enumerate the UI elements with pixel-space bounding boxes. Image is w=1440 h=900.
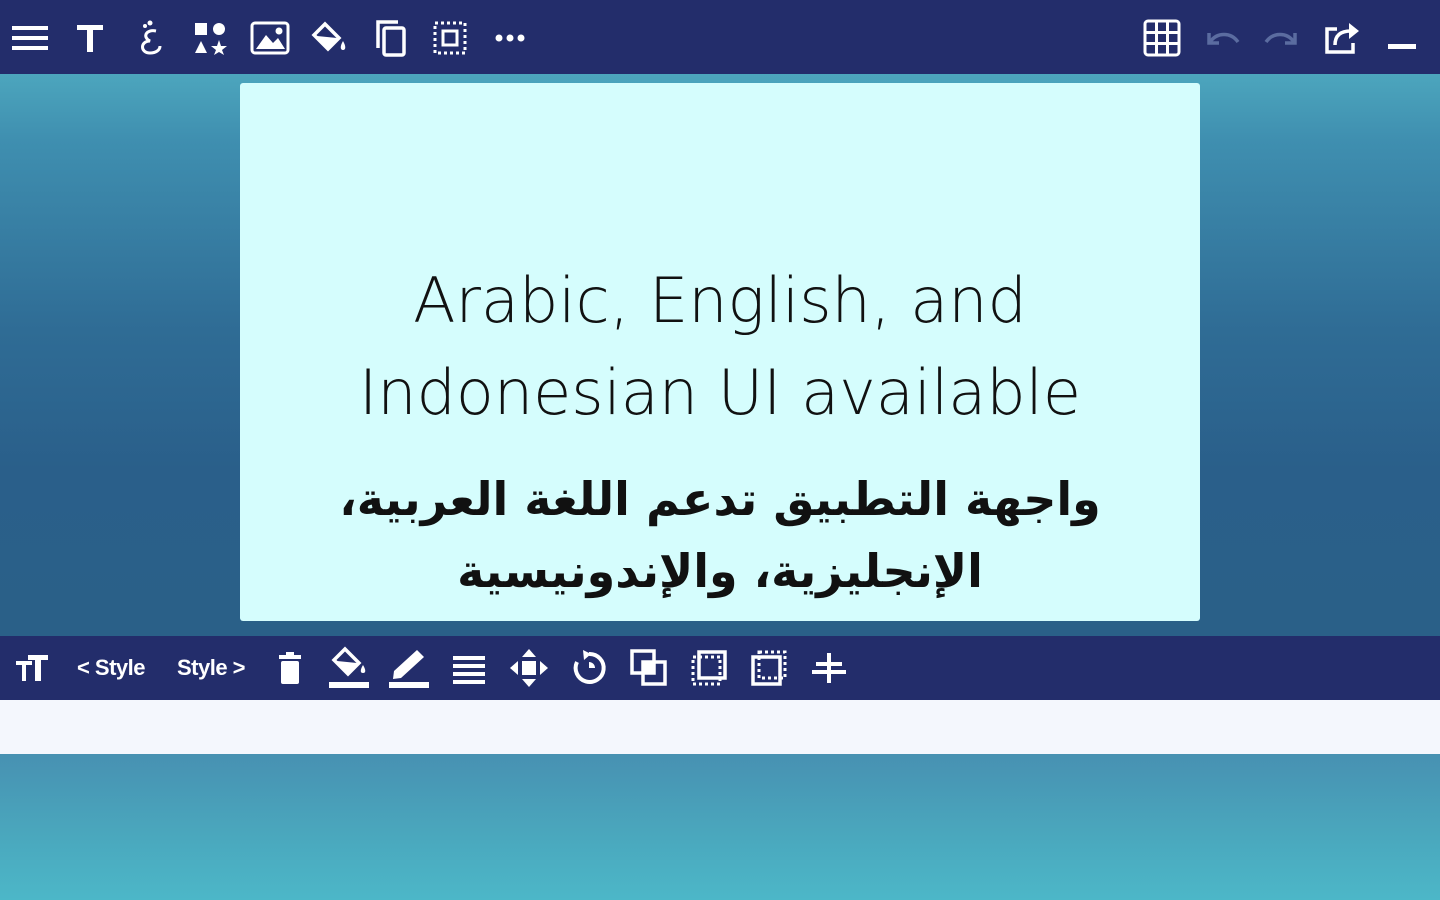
delete-icon[interactable]	[268, 644, 312, 692]
arabic-letter-icon[interactable]	[126, 12, 174, 64]
select-frame-icon[interactable]	[426, 12, 474, 64]
image-icon[interactable]	[246, 12, 294, 64]
slide-canvas[interactable]: Arabic, English, and Indonesian UI avail…	[240, 83, 1200, 621]
pen-color-icon[interactable]	[386, 644, 432, 692]
english-line: Indonesian UI available	[358, 356, 1082, 429]
undo-icon[interactable]	[1198, 12, 1246, 64]
fill-color-icon[interactable]	[326, 644, 372, 692]
more-icon[interactable]	[486, 12, 534, 64]
arabic-line: واجهة التطبيق تدعم اللغة العربية،	[339, 472, 1101, 526]
rotate-icon[interactable]	[566, 644, 612, 692]
redo-icon[interactable]	[1258, 12, 1306, 64]
text-input-strip[interactable]	[0, 700, 1440, 754]
arabic-text-block[interactable]: واجهة التطبيق تدعم اللغة العربية، الإنجل…	[240, 463, 1200, 607]
arabic-line: الإنجليزية، والإندونيسية	[457, 544, 983, 598]
prev-style-button[interactable]: < Style	[66, 644, 156, 692]
paint-bucket-icon[interactable]	[306, 12, 354, 64]
minimize-icon[interactable]	[1378, 12, 1426, 64]
english-text-block[interactable]: Arabic, English, and Indonesian UI avail…	[240, 255, 1200, 439]
grid-icon[interactable]	[1138, 12, 1186, 64]
text-size-icon[interactable]	[10, 644, 54, 692]
shapes-icon[interactable]	[186, 12, 234, 64]
bring-front-icon[interactable]	[626, 644, 672, 692]
copy-icon[interactable]	[366, 12, 414, 64]
layer-up-icon[interactable]	[686, 644, 732, 692]
lower-background	[0, 754, 1440, 900]
bottom-toolbar: < Style Style >	[0, 636, 1440, 700]
menu-icon[interactable]	[6, 12, 54, 64]
align-lines-icon[interactable]	[446, 644, 492, 692]
text-icon[interactable]	[66, 12, 114, 64]
center-align-icon[interactable]	[806, 644, 852, 692]
top-toolbar	[0, 0, 1440, 74]
next-style-button[interactable]: Style >	[166, 644, 256, 692]
share-icon[interactable]	[1318, 12, 1366, 64]
move-icon[interactable]	[506, 644, 552, 692]
english-line: Arabic, English, and	[413, 264, 1027, 337]
layer-down-icon[interactable]	[746, 644, 792, 692]
